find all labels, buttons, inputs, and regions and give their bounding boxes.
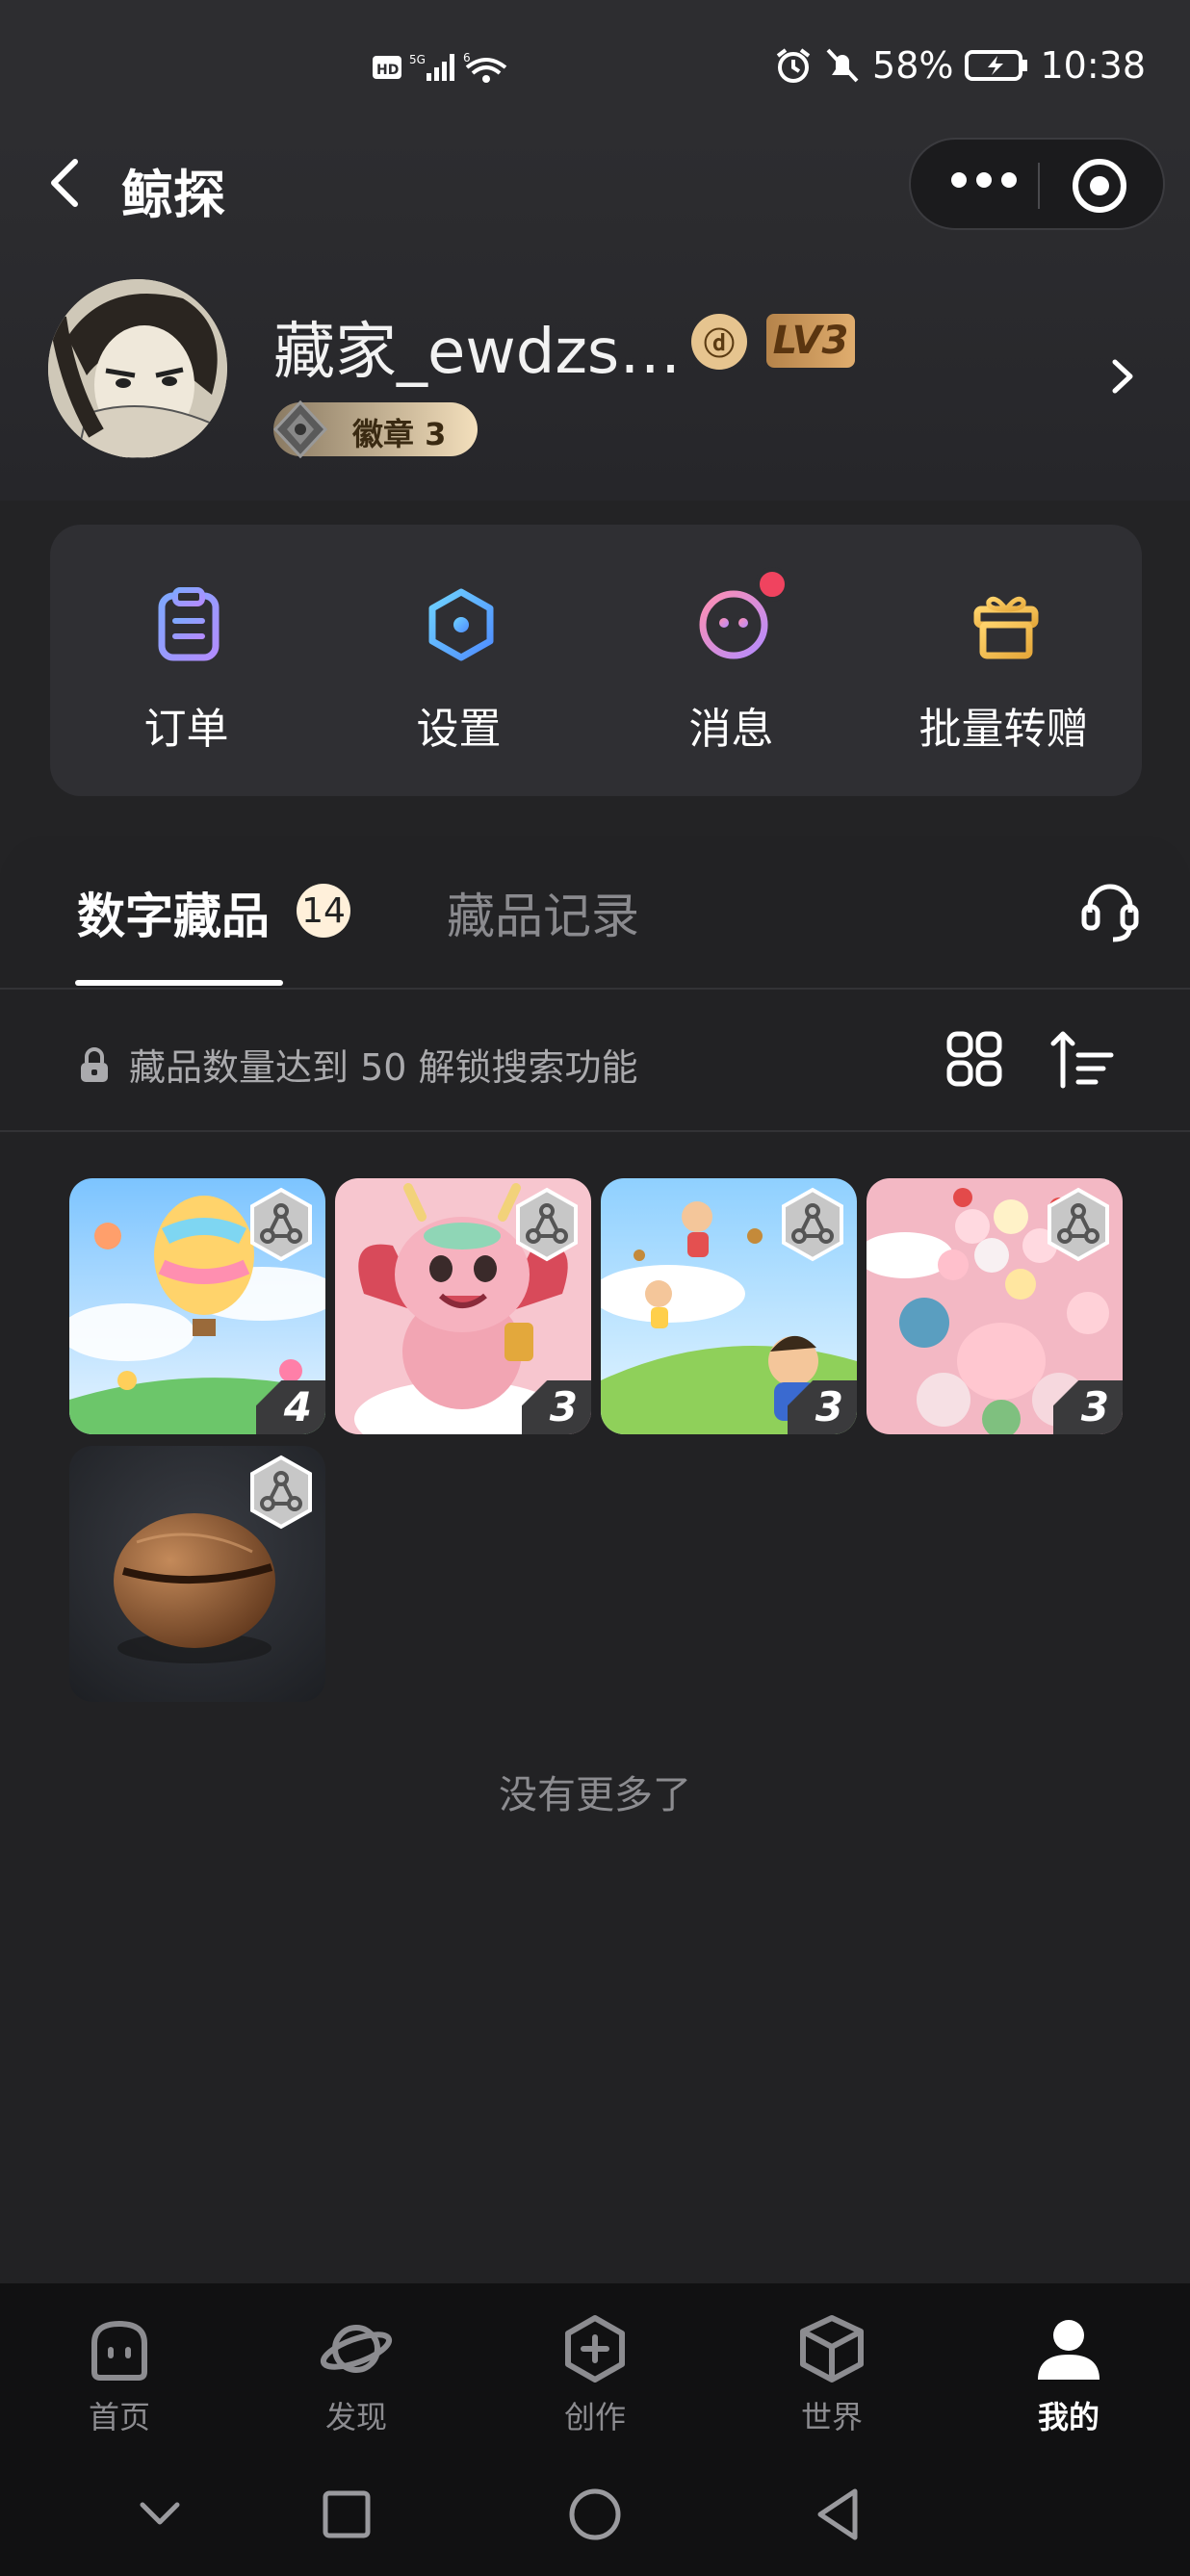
planet-icon	[320, 2325, 393, 2373]
network-indicators: HD 5G 6	[371, 48, 515, 87]
clock: 10:38	[1040, 44, 1146, 87]
tab-digital-collectibles[interactable]: 数字藏品	[77, 878, 270, 947]
no-more-text: 没有更多了	[499, 1773, 691, 1817]
more-icon[interactable]	[951, 172, 1017, 188]
svg-text:5G: 5G	[409, 53, 426, 66]
blockchain-badge-icon	[516, 1187, 578, 1262]
back-arrow-icon[interactable]	[39, 154, 96, 212]
svg-text:6: 6	[463, 51, 471, 64]
messages-button[interactable]: 消息	[595, 525, 867, 796]
grid-view-icon[interactable]	[945, 1030, 1003, 1088]
orders-button[interactable]: 订单	[50, 525, 323, 796]
nav-discover-label: 发现	[324, 2399, 387, 2435]
collectible-card-pigs[interactable]: 3	[867, 1178, 1123, 1434]
signal-icon: HD 5G 6	[373, 51, 507, 83]
svg-text:HD: HD	[376, 63, 399, 78]
nav-mine-label: 我的	[1037, 2399, 1099, 2435]
miniapp-capsule	[909, 138, 1165, 230]
copy-count-tag: 4	[256, 1380, 325, 1434]
blockchain-badge-icon	[782, 1187, 843, 1262]
toolbar-divider	[0, 1130, 1190, 1132]
system-back-icon[interactable]	[811, 2486, 868, 2543]
batch-transfer-button[interactable]: 批量转赠	[867, 525, 1140, 796]
customer-service-icon[interactable]	[1076, 878, 1144, 945]
avatar-image	[48, 279, 227, 458]
nav-create[interactable]: 创作	[518, 2310, 672, 2445]
battery-percent: 58%	[872, 44, 954, 87]
settings-label: 设置	[416, 705, 502, 754]
orders-label: 订单	[143, 705, 229, 754]
hexagon-settings-icon	[428, 588, 494, 661]
cube-icon	[800, 2315, 864, 2383]
copy-count: 3	[549, 1383, 578, 1430]
nav-world[interactable]: 世界	[755, 2310, 909, 2445]
collectible-card-balloons[interactable]: 4	[69, 1178, 325, 1434]
lock-icon	[81, 1046, 108, 1082]
nav-world-label: 世界	[800, 2399, 863, 2435]
system-collapse-icon[interactable]	[131, 2486, 189, 2543]
copy-count-tag: 3	[788, 1380, 857, 1434]
notification-dot	[755, 567, 789, 602]
batch-transfer-label: 批量转赠	[918, 705, 1089, 754]
gift-icon	[973, 596, 1039, 659]
sort-icon[interactable]	[1049, 1028, 1115, 1090]
blockchain-badge-icon	[1048, 1187, 1109, 1262]
chevron-right-icon[interactable]	[1105, 352, 1140, 400]
blockchain-badge-icon	[250, 1455, 312, 1530]
copy-count-tag: 3	[522, 1380, 591, 1434]
medal-pill[interactable]: 徽章 3	[272, 399, 478, 459]
username: 藏家_ewdzs…	[273, 317, 682, 388]
settings-button[interactable]: 设置	[323, 525, 595, 796]
alarm-icon	[776, 48, 811, 83]
nav-mine[interactable]: 我的	[992, 2310, 1146, 2445]
copy-count: 3	[1080, 1383, 1109, 1430]
blockchain-badge-icon	[250, 1187, 312, 1262]
home-face-icon	[91, 2320, 147, 2381]
medal-label: 徽章 3	[352, 416, 447, 452]
collectible-card-dragon[interactable]: 3	[335, 1178, 591, 1434]
copy-count: 3	[815, 1383, 843, 1430]
collectible-card-nut[interactable]	[69, 1446, 325, 1702]
system-home-icon[interactable]	[566, 2486, 624, 2543]
plus-hexagon-icon	[565, 2315, 625, 2383]
search-lock-notice: 藏品数量达到 50 解锁搜索功能	[77, 1038, 638, 1091]
verified-icon: ⓓ	[691, 314, 747, 370]
close-target-icon[interactable]	[1073, 159, 1126, 213]
quick-actions-card: 订单 设置 消息 批量转赠	[50, 525, 1142, 796]
clipboard-icon	[158, 587, 220, 661]
copy-count-tag: 3	[1053, 1380, 1123, 1434]
battery-icon	[965, 50, 1028, 81]
collectible-card-children[interactable]: 3	[601, 1178, 857, 1434]
capsule-divider	[1038, 163, 1040, 209]
messages-label: 消息	[688, 705, 774, 754]
nav-home-label: 首页	[88, 2399, 150, 2435]
level-badge: LV3	[766, 314, 855, 368]
page-title: 鲸探	[121, 165, 225, 225]
nav-home[interactable]: 首页	[42, 2310, 196, 2445]
copy-count: 4	[283, 1383, 312, 1430]
user-icon	[1038, 2320, 1099, 2380]
medal-gem-icon	[272, 399, 328, 459]
tab-collection-records[interactable]: 藏品记录	[447, 878, 639, 947]
tab-divider	[0, 988, 1190, 990]
active-tab-indicator	[75, 980, 283, 986]
nav-discover[interactable]: 发现	[279, 2310, 433, 2445]
avatar[interactable]	[48, 279, 227, 458]
mute-bell-icon	[826, 48, 859, 83]
nav-create-label: 创作	[563, 2399, 626, 2435]
lock-notice-text: 藏品数量达到 50 解锁搜索功能	[129, 1046, 638, 1089]
status-right: 58% 10:38	[774, 44, 1146, 87]
system-recents-icon[interactable]	[318, 2486, 375, 2543]
collection-count-badge: 14	[297, 884, 350, 938]
